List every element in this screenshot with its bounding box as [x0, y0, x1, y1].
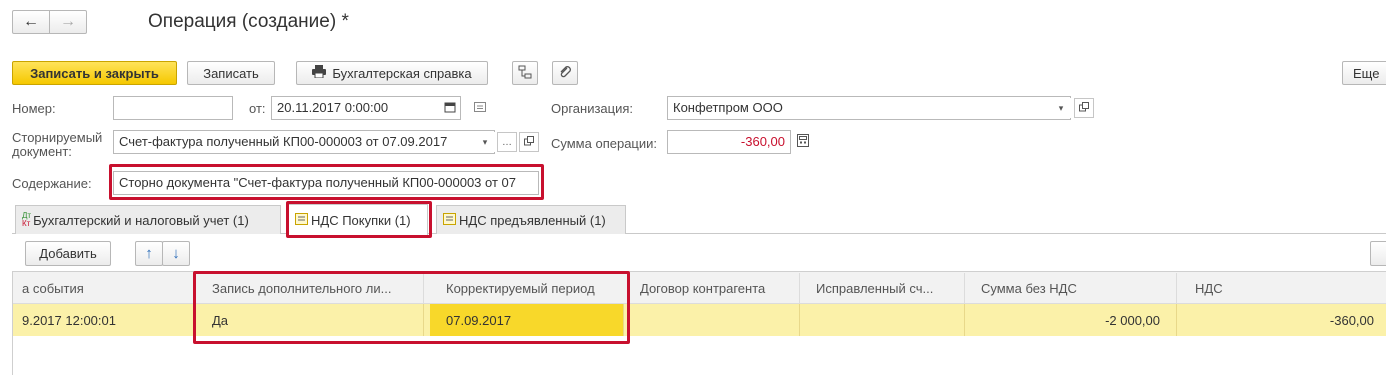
storno-label-line1: Сторнируемый — [12, 130, 103, 145]
storno-select-button[interactable]: … — [497, 132, 517, 152]
storno-label-line2: документ: — [12, 144, 72, 159]
arrow-down-icon: ↓ — [172, 245, 180, 262]
calculator-icon — [797, 134, 809, 150]
more-button[interactable]: Еще — [1342, 61, 1386, 85]
nav-forward-button[interactable]: → — [49, 10, 87, 34]
dt-kt-icon: Дт Кт — [22, 211, 32, 228]
column-header-additional-sheet[interactable]: Запись дополнительного ли... — [196, 273, 424, 303]
paperclip-icon — [558, 65, 572, 82]
content-field[interactable]: Сторно документа "Счет-фактура полученны… — [113, 171, 539, 195]
tab-vat-presented[interactable]: НДС предъявленный (1) — [436, 205, 626, 234]
storno-dropdown-button[interactable]: ▾ — [475, 132, 495, 152]
column-header-vat[interactable]: НДС — [1177, 273, 1386, 303]
structure-icon — [518, 65, 532, 82]
column-header-sum-without-vat[interactable]: Сумма без НДС — [965, 273, 1177, 303]
calculator-button[interactable] — [793, 132, 813, 152]
number-field[interactable] — [113, 96, 233, 120]
arrow-up-icon: ↑ — [145, 245, 153, 262]
open-link-icon — [524, 135, 534, 149]
content-label: Содержание: — [12, 176, 92, 191]
save-close-button[interactable]: Записать и закрыть — [12, 61, 177, 85]
date-field[interactable]: 20.11.2017 0:00:00 — [271, 96, 461, 120]
table-more-button[interactable] — [1370, 241, 1386, 266]
register-icon — [295, 212, 308, 228]
cell-additional-sheet[interactable]: Да — [196, 304, 424, 336]
column-header-corrected-period[interactable]: Корректируемый период — [424, 273, 630, 303]
column-header-contract[interactable]: Договор контрагента — [630, 273, 800, 303]
tab-accounting[interactable]: Дт Кт Бухгалтерский и налоговый учет (1) — [15, 205, 281, 234]
structure-button[interactable] — [512, 61, 538, 85]
org-label: Организация: — [551, 101, 634, 116]
tab-vat-purchases[interactable]: НДС Покупки (1) — [288, 204, 428, 235]
register-icon — [443, 212, 456, 228]
number-label: Номер: — [12, 101, 56, 116]
nav-back-button[interactable]: ← — [12, 10, 50, 34]
cell-corrected-period[interactable]: 07.09.2017 — [430, 304, 624, 336]
date-extra-button[interactable] — [470, 98, 490, 118]
org-dropdown-button[interactable]: ▾ — [1051, 98, 1071, 118]
report-button-label: Бухгалтерская справка — [332, 65, 472, 81]
open-link-icon — [1079, 101, 1089, 115]
sum-label: Сумма операции: — [551, 136, 657, 151]
arrow-right-icon: → — [60, 13, 76, 30]
date-label: от: — [249, 101, 266, 116]
attach-button[interactable] — [552, 61, 578, 85]
cell-sum-without-vat[interactable]: -2 000,00 — [965, 304, 1177, 336]
tab-vat-purchases-label: НДС Покупки (1) — [311, 212, 411, 228]
storno-open-button[interactable] — [519, 132, 539, 152]
move-up-button[interactable]: ↑ — [135, 241, 163, 266]
cell-contract[interactable] — [630, 304, 800, 336]
cell-corrected-invoice[interactable] — [800, 304, 965, 336]
list-icon — [474, 101, 486, 115]
add-row-button[interactable]: Добавить — [25, 241, 111, 266]
chevron-down-icon: ▾ — [1058, 102, 1064, 113]
ellipsis-icon: … — [502, 136, 512, 148]
tab-vat-presented-label: НДС предъявленный (1) — [459, 212, 606, 228]
tab-accounting-label: Бухгалтерский и налоговый учет (1) — [33, 212, 249, 228]
column-header-event-date[interactable]: а события — [13, 273, 196, 303]
calendar-button[interactable] — [440, 98, 460, 118]
move-down-button[interactable]: ↓ — [162, 241, 190, 266]
sum-field[interactable]: -360,00 — [667, 130, 791, 154]
org-open-button[interactable] — [1074, 98, 1094, 118]
arrow-left-icon: ← — [23, 13, 39, 30]
page-title: Операция (создание) * — [148, 11, 349, 32]
column-header-corrected-invoice[interactable]: Исправленный сч... — [800, 273, 965, 303]
cell-event-date[interactable]: 9.2017 12:00:01 — [13, 304, 196, 336]
org-field[interactable]: Конфетпром ООО — [667, 96, 1071, 120]
storno-document-field[interactable]: Счет-фактура полученный КП00-000003 от 0… — [113, 130, 495, 154]
save-button[interactable]: Записать — [187, 61, 275, 85]
report-button[interactable]: Бухгалтерская справка — [296, 61, 488, 85]
calendar-icon — [444, 101, 456, 116]
cell-vat[interactable]: -360,00 — [1177, 304, 1386, 336]
chevron-down-icon: ▾ — [482, 136, 488, 147]
printer-icon — [312, 65, 327, 81]
